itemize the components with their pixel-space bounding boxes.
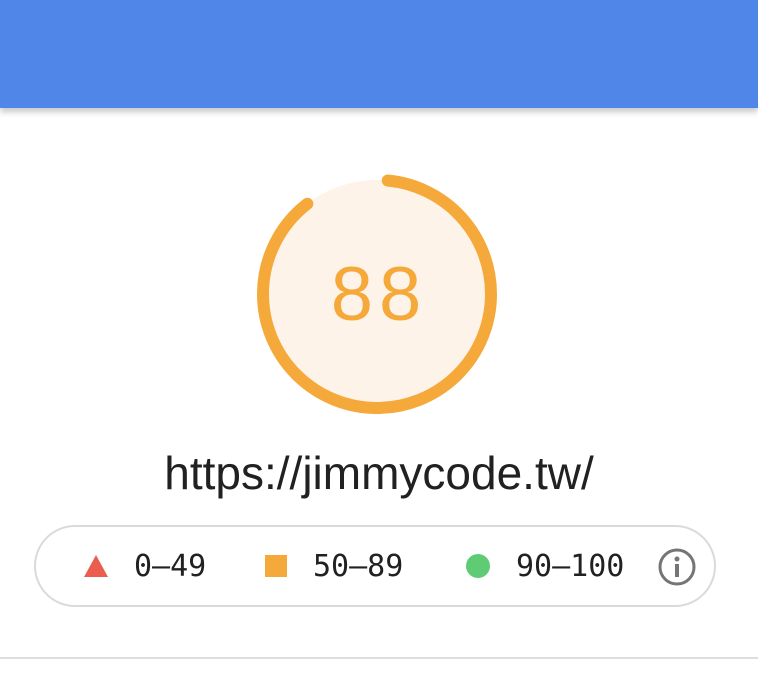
performance-score-gauge[interactable]: 88 <box>255 172 499 416</box>
info-icon[interactable] <box>657 547 697 587</box>
section-divider <box>0 657 758 659</box>
triangle-icon <box>84 555 108 577</box>
circle-icon <box>466 554 490 578</box>
legend-item-average: 50–89 <box>265 527 403 605</box>
score-scale-legend: 0–49 50–89 90–100 <box>34 525 716 607</box>
report-url: https://jimmycode.tw/ <box>164 447 594 499</box>
legend-label-pass: 90–100 <box>516 548 625 584</box>
legend-item-fail: 0–49 <box>84 527 206 605</box>
legend-label-fail: 0–49 <box>134 548 207 584</box>
legend-label-average: 50–89 <box>313 548 404 584</box>
square-icon <box>265 555 287 577</box>
legend-item-pass: 90–100 <box>466 527 624 605</box>
gauge-score-value: 88 <box>330 251 428 337</box>
top-app-bar <box>0 0 758 108</box>
